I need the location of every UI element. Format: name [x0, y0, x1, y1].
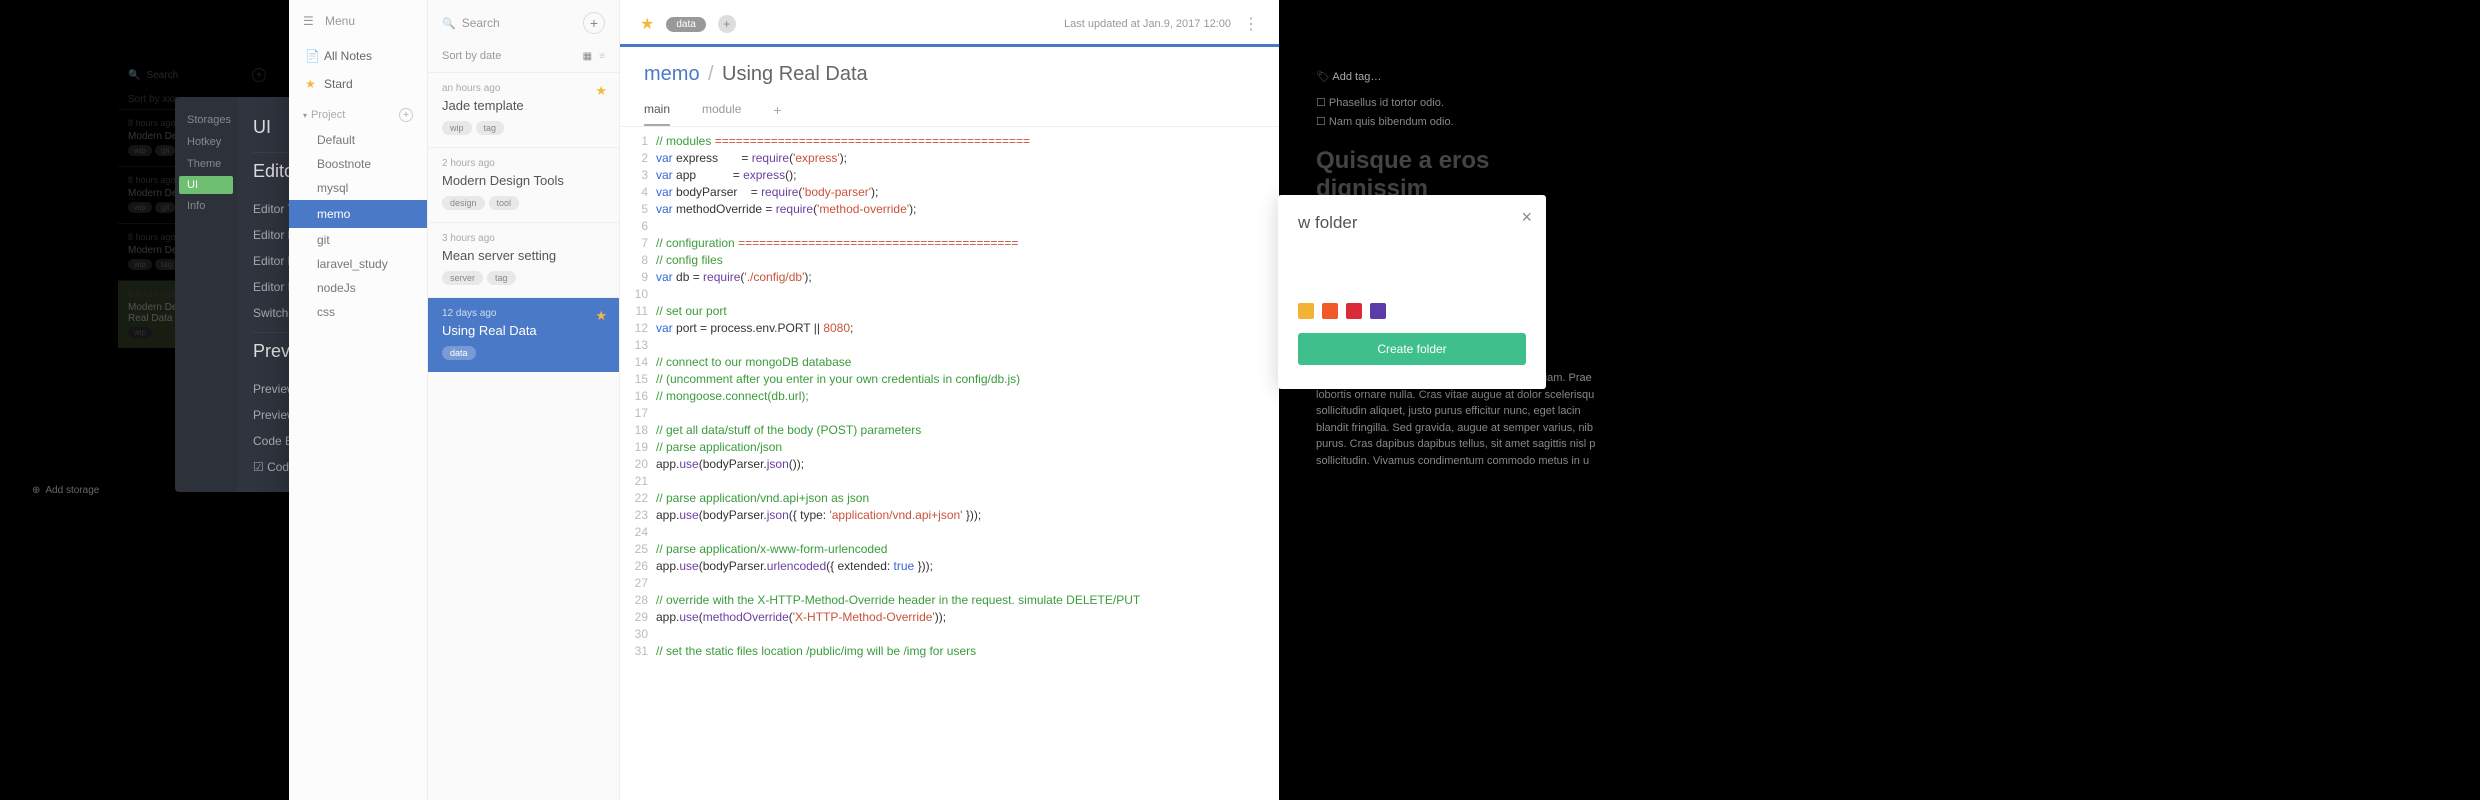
note-item[interactable]: 2 hours agoModern Design Toolsdesigntool: [428, 147, 619, 222]
color-swatch[interactable]: [1322, 303, 1338, 319]
editor-tabs: main module +: [620, 94, 1279, 127]
editor-topbar: ★ data + Last updated at Jan.9, 2017 12:…: [620, 0, 1279, 47]
search-icon: 🔍: [128, 70, 140, 81]
checklist-item: Nam quis bibendum odio.: [1316, 112, 1556, 131]
updated-label: Last updated at Jan.9, 2017 12:00: [1064, 18, 1231, 30]
more-menu-icon[interactable]: [1243, 14, 1259, 34]
sidebar-item-laravel_study[interactable]: laravel_study: [289, 252, 427, 276]
main-window: Menu 📄 All Notes ★ Stard Project + Defau…: [289, 0, 1279, 800]
note-folder[interactable]: memo: [644, 63, 700, 85]
editor-tab-main[interactable]: main: [644, 94, 670, 126]
add-tag-button[interactable]: +: [718, 15, 736, 33]
color-swatch[interactable]: [1298, 303, 1314, 319]
sidebar-item-nodeJs[interactable]: nodeJs: [289, 276, 427, 300]
star-icon: ★: [595, 83, 607, 99]
note-item[interactable]: ★an hours agoJade templatewiptag: [428, 72, 619, 147]
list-view-icon[interactable]: ≡: [599, 51, 605, 62]
sidebar-starred[interactable]: ★ Stard: [289, 70, 427, 98]
settings-tab-info[interactable]: Info: [175, 195, 237, 217]
hamburger-icon: [303, 14, 317, 28]
notes-icon: 📄: [305, 49, 317, 63]
add-storage-btn: Add storage: [32, 485, 99, 496]
note-title: memo / Using Real Data: [620, 47, 1279, 94]
code-editor[interactable]: 1// modules ============================…: [620, 127, 1279, 800]
star-icon: ★: [595, 308, 607, 324]
color-swatch[interactable]: [1370, 303, 1386, 319]
new-folder-modal: w folder × Create folder: [1278, 195, 1546, 389]
right-panel: Add tag… Phasellus id tortor odio. Nam q…: [1278, 0, 1568, 800]
note-tag[interactable]: data: [666, 17, 705, 32]
add-tab-button[interactable]: +: [773, 102, 781, 118]
note-list: Search + Sort by date ▦ ≡ ★an hours agoJ…: [428, 0, 620, 800]
settings-tab-storages[interactable]: Storages: [175, 109, 237, 131]
color-swatches: [1298, 303, 1526, 319]
sidebar-item-Boostnote[interactable]: Boostnote: [289, 152, 427, 176]
sidebar-item-memo[interactable]: memo: [289, 200, 427, 228]
menu-button[interactable]: Menu: [289, 0, 427, 42]
menu-label: Menu: [325, 14, 355, 28]
color-swatch[interactable]: [1346, 303, 1362, 319]
star-icon: ★: [305, 77, 317, 91]
editor: ★ data + Last updated at Jan.9, 2017 12:…: [620, 0, 1279, 800]
note-name[interactable]: Using Real Data: [722, 63, 868, 85]
settings-tab-ui[interactable]: UI: [179, 176, 233, 194]
sidebar-item-Default[interactable]: Default: [289, 128, 427, 152]
add-folder-button[interactable]: +: [399, 108, 413, 122]
modal-title: w folder: [1298, 213, 1526, 233]
sidebar-allnotes[interactable]: 📄 All Notes: [289, 42, 427, 70]
sort-label[interactable]: Sort by date: [442, 50, 501, 62]
settings-tab-hotkey[interactable]: Hotkey: [175, 131, 237, 153]
grid-view-icon[interactable]: ▦: [583, 51, 592, 62]
sidebar-project-section[interactable]: Project +: [289, 98, 427, 128]
sidebar-item-css[interactable]: css: [289, 300, 427, 324]
create-folder-button[interactable]: Create folder: [1298, 333, 1526, 365]
close-icon[interactable]: ×: [1521, 207, 1532, 228]
star-icon[interactable]: ★: [640, 14, 654, 34]
sidebar-item-git[interactable]: git: [289, 228, 427, 252]
add-note-button[interactable]: +: [583, 12, 605, 34]
sidebar: Menu 📄 All Notes ★ Stard Project + Defau…: [289, 0, 428, 800]
chevron-down-icon: [303, 109, 311, 121]
note-item[interactable]: 3 hours agoMean server settingservertag: [428, 222, 619, 297]
note-item[interactable]: ★12 days agoUsing Real Datadata: [428, 297, 619, 372]
search-input[interactable]: Search: [442, 16, 500, 30]
editor-tab-module[interactable]: module: [702, 94, 741, 126]
settings-tab-theme[interactable]: Theme: [175, 153, 237, 175]
add-tag-input: Add tag…: [1316, 64, 1556, 93]
sidebar-item-mysql[interactable]: mysql: [289, 176, 427, 200]
checklist-item: Phasellus id tortor odio.: [1316, 93, 1556, 112]
